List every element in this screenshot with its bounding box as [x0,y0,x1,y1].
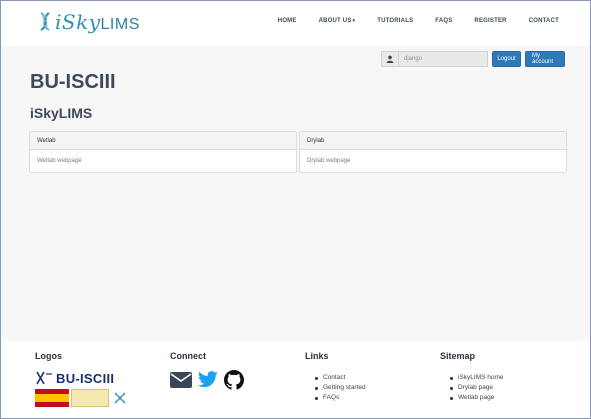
page-title: BU-ISCIII [30,71,116,93]
footer-sitemap-heading: Sitemap [440,351,476,361]
browser-frame: iSkyLIMS HOME ABOUT US▾ TUTORIALS FAQS R… [0,0,591,419]
footer-links: Links Contact Getting started FAQs [305,351,366,403]
wetlab-panel-heading: Wetlab [30,132,296,150]
logo-text: iSkyLIMS [55,10,140,34]
nav-register[interactable]: REGISTER [474,18,506,24]
nav-faqs[interactable]: FAQS [435,18,452,24]
isciii-mark-icon [112,389,128,407]
dna-logo-icon [40,12,50,31]
footer-links-heading: Links [305,351,329,361]
nav-tutorials[interactable]: TUTORIALS [377,18,413,24]
footer-link-faqs[interactable]: FAQs [315,393,366,403]
bu-logo-text: BU-ISCIII [56,370,115,386]
email-icon[interactable] [170,372,192,388]
government-seal-icon [71,389,109,407]
footer-logos: Logos BU-ISCIII [35,351,128,410]
footer-link-contact[interactable]: Contact [315,373,366,383]
wetlab-panel: Wetlab Wetlab webpage [29,131,297,173]
footer-links-list: Contact Getting started FAQs [315,373,366,403]
twitter-icon[interactable] [197,371,219,389]
site-logo[interactable]: iSkyLIMS [35,7,140,37]
footer-sitemap-list: iSkyLIMS home Drylab page Wetlab page [450,373,504,403]
sitemap-link-drylab[interactable]: Drylab page [450,383,504,393]
main-nav: HOME ABOUT US▾ TUTORIALS FAQS REGISTER C… [256,18,559,24]
social-icons [170,370,244,390]
page-subtitle: iSkyLIMS [30,105,93,121]
user-bar: django Logout My account [381,51,565,67]
bu-dna-icon [36,371,52,385]
bu-isciii-logo[interactable]: BU-ISCIII [35,370,128,410]
footer-connect: Connect [170,351,244,390]
username-field[interactable]: django [398,51,488,67]
footer-logos-heading: Logos [35,351,62,361]
github-icon[interactable] [224,370,244,390]
footer-sitemap: Sitemap iSkyLIMS home Drylab page Wetlab… [440,351,504,403]
sitemap-link-home[interactable]: iSkyLIMS home [450,373,504,383]
nav-home[interactable]: HOME [278,18,297,24]
spain-flag-icon [35,389,69,407]
sitemap-link-wetlab[interactable]: Wetlab page [450,393,504,403]
nav-about-us[interactable]: ABOUT US▾ [319,18,356,24]
user-icon [381,51,398,67]
footer: Logos BU-ISCIII Connect Links Contact Ge… [1,341,590,418]
drylab-panel-heading: Drylab [300,132,566,150]
wetlab-webpage-link[interactable]: Wetlab webpage [30,150,296,164]
nav-about-us-label: ABOUT US [318,18,352,24]
footer-connect-heading: Connect [170,351,206,361]
logout-button[interactable]: Logout [492,51,521,67]
nav-contact[interactable]: CONTACT [529,18,559,24]
top-navbar: iSkyLIMS HOME ABOUT US▾ TUTORIALS FAQS R… [1,1,590,46]
footer-link-getting-started[interactable]: Getting started [315,383,366,393]
my-account-button[interactable]: My account [525,51,565,67]
chevron-down-icon: ▾ [352,18,356,24]
drylab-webpage-link[interactable]: Drylab webpage [300,150,566,164]
drylab-panel: Drylab Drylab webpage [299,131,567,173]
